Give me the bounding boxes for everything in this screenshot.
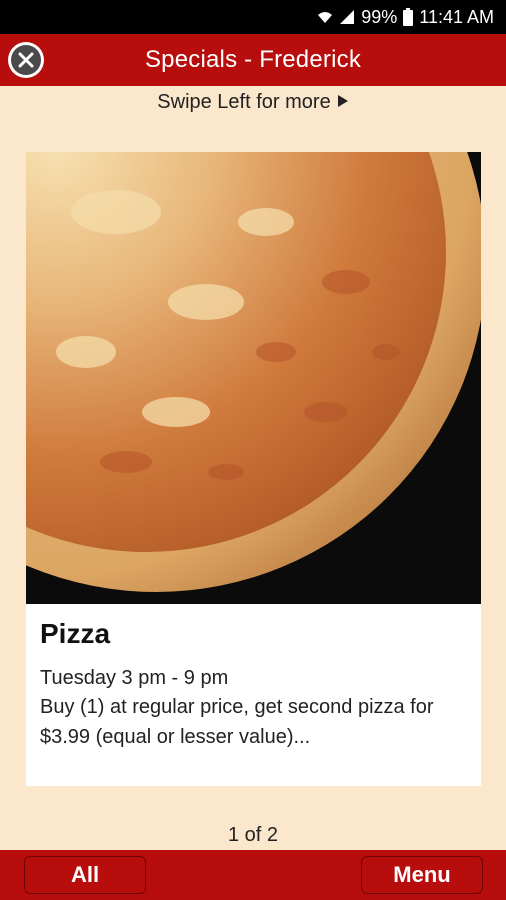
swipe-hint: Swipe Left for more bbox=[0, 88, 506, 116]
close-icon bbox=[11, 45, 41, 75]
close-button[interactable] bbox=[8, 42, 44, 78]
swipe-hint-label: Swipe Left for more bbox=[157, 90, 331, 113]
page-indicator: 1 of 2 bbox=[227, 824, 279, 846]
menu-button[interactable]: Menu bbox=[361, 856, 483, 894]
special-card[interactable]: Pizza Tuesday 3 pm - 9 pm Buy (1) at reg… bbox=[26, 152, 481, 786]
battery-percent: 99% bbox=[361, 6, 398, 27]
special-details: Pizza Tuesday 3 pm - 9 pm Buy (1) at reg… bbox=[40, 618, 467, 752]
battery-icon bbox=[403, 8, 414, 26]
all-button[interactable]: All bbox=[24, 856, 146, 894]
special-time: Tuesday 3 pm - 9 pm bbox=[40, 667, 229, 689]
play-arrow-icon bbox=[337, 91, 349, 114]
status-bar: 99% 11:41 AM bbox=[0, 0, 506, 34]
cheese-pizza-photo bbox=[26, 152, 481, 604]
special-description: Buy (1) at regular price, get second piz… bbox=[40, 696, 434, 748]
app-header: Specials - Frederick bbox=[0, 34, 506, 86]
special-title: Pizza bbox=[40, 618, 111, 649]
page-title: Specials - Frederick bbox=[144, 46, 362, 73]
bottom-bar: All Menu bbox=[0, 850, 506, 900]
status-time: 11:41 AM bbox=[419, 6, 494, 27]
wifi-icon bbox=[317, 9, 333, 25]
signal-icon bbox=[339, 9, 355, 25]
